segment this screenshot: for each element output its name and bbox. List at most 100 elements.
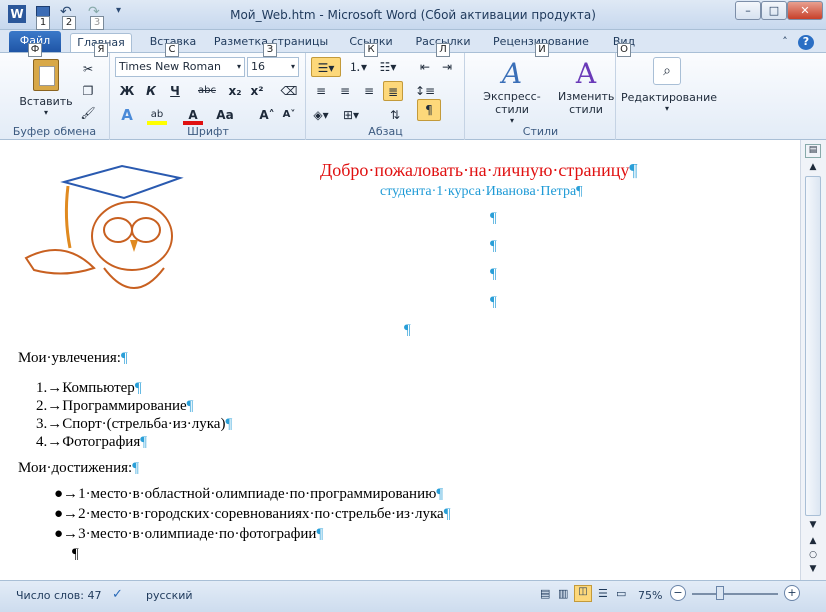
change-case-button[interactable]: Aa [215, 105, 235, 125]
chevron-down-icon: ▾ [509, 116, 514, 125]
list-item: ●→1·место·в·областной·олимпиаде·по·прогр… [54, 486, 443, 503]
ruler-toggle-icon[interactable]: ▤ [805, 144, 821, 158]
italic-button[interactable]: К [141, 81, 161, 101]
quick-styles-button[interactable]: A Экспресс-стили ▾ [470, 57, 554, 125]
scroll-up-icon[interactable]: ▲ [805, 162, 821, 172]
font-group-label: Шрифт [187, 125, 229, 138]
grow-font-button[interactable]: A˄ [257, 105, 277, 125]
highlight-color-icon[interactable]: ab [147, 105, 167, 125]
draft-view-icon[interactable]: ▭ [616, 587, 626, 600]
underline-button[interactable]: Ч [165, 81, 185, 101]
format-painter-icon[interactable]: 🖌 [78, 103, 98, 123]
shrink-font-button[interactable]: A˅ [279, 105, 299, 125]
web-layout-view-icon[interactable]: ◫ [574, 585, 592, 602]
empty-paragraph-1: ¶ [490, 210, 497, 226]
window-title: Мой_Web.htm - Microsoft Word (Сбой актив… [230, 8, 596, 22]
borders-icon[interactable]: ⊞▾ [341, 105, 361, 125]
font-color-icon[interactable]: A [183, 105, 203, 125]
show-formatting-marks-button[interactable]: ¶ [417, 99, 441, 121]
strikethrough-button[interactable]: abc [197, 81, 217, 101]
empty-paragraph-6: ¶ [72, 546, 79, 562]
paste-button[interactable]: Вставить ▾ [18, 59, 74, 117]
font-name-combo[interactable]: Times New Roman ▾ [115, 57, 245, 77]
list-item-text: Спорт·(стрельба·из·лука) [62, 416, 226, 432]
print-layout-view-icon[interactable]: ▤ [540, 587, 550, 600]
numbering-icon[interactable]: ⒈▾ [345, 57, 371, 77]
list-item-text: Фотография [62, 434, 141, 450]
binoculars-icon: ⌕ [653, 57, 681, 85]
bullet-icon: ●→ [54, 506, 79, 522]
shading-icon[interactable]: ◈▾ [311, 105, 331, 125]
superscript-button[interactable]: x² [247, 81, 267, 101]
list-number: 1.→ [36, 380, 63, 396]
list-number: 3.→ [36, 416, 63, 432]
chevron-down-icon: ▾ [290, 62, 295, 71]
align-right-icon[interactable]: ≡ [359, 81, 379, 101]
bullet-icon: ●→ [54, 526, 79, 542]
vertical-scrollbar[interactable]: ▤ ▲ ▼ ▲ ○ ▼ [800, 140, 826, 580]
document-page[interactable]: Добро·пожаловать·на·личную·страницу¶ сту… [0, 140, 800, 580]
paste-icon [33, 59, 59, 91]
maximize-button[interactable]: □ [761, 1, 787, 20]
word-count[interactable]: Число слов: 47 [16, 589, 102, 602]
page-heading: Добро·пожаловать·на·личную·страницу¶ [320, 160, 638, 181]
clipboard-group-label: Буфер обмена [12, 125, 97, 138]
editing-button[interactable]: ⌕ Редактирование ▾ [621, 57, 717, 113]
clear-formatting-icon[interactable]: ⌫ [279, 81, 299, 101]
list-item-text: Программирование [62, 398, 187, 414]
align-left-icon[interactable]: ≡ [311, 81, 331, 101]
font-name-value: Times New Roman [119, 60, 221, 73]
increase-indent-icon[interactable]: ⇥ [437, 57, 457, 77]
collapse-ribbon-icon[interactable]: ˄ [778, 33, 792, 52]
zoom-slider-thumb[interactable] [716, 586, 724, 600]
scroll-down-icon[interactable]: ▼ [805, 520, 821, 530]
help-icon[interactable]: ? [798, 35, 814, 50]
list-item: 4.→Фотография¶ [36, 434, 147, 451]
align-center-icon[interactable]: ≡ [335, 81, 355, 101]
outline-view-icon[interactable]: ☰ [598, 587, 608, 600]
styles-group-label: Стили [522, 125, 559, 138]
change-styles-button[interactable]: A Изменить стили [558, 57, 614, 116]
subscript-button[interactable]: x₂ [225, 81, 245, 101]
group-editing: ⌕ Редактирование ▾ [617, 53, 717, 141]
close-button[interactable]: ✕ [787, 1, 823, 20]
full-screen-reading-view-icon[interactable]: ▥ [558, 587, 568, 600]
minimize-button[interactable]: – [735, 1, 761, 20]
bullets-icon[interactable]: ☰▾ [311, 57, 341, 77]
decrease-indent-icon[interactable]: ⇤ [415, 57, 435, 77]
scroll-thumb[interactable] [805, 176, 821, 516]
achievements-heading: Мои·достижения:¶ [18, 460, 139, 477]
proofing-icon[interactable]: ✓ [112, 587, 123, 602]
pilcrow-mark: ¶ [225, 416, 233, 432]
multilevel-list-icon[interactable]: ☷▾ [375, 57, 401, 77]
ribbon: Вставить ▾ ✂ ❐ 🖌 Буфер обмена Times New … [0, 52, 826, 141]
change-styles-label: Изменить стили [558, 90, 615, 116]
next-page-icon[interactable]: ▼ [805, 564, 821, 574]
zoom-level[interactable]: 75% [638, 589, 662, 602]
sort-icon[interactable]: ⇅ [385, 105, 405, 125]
zoom-out-button[interactable]: − [670, 585, 686, 601]
text-effects-icon[interactable]: A [117, 105, 137, 125]
zoom-in-button[interactable]: + [784, 585, 800, 601]
group-paragraph: ☰▾ ⒈▾ ☷▾ ⇤ ⇥ ≡ ≡ ≡ ≣ ↕≡ ◈▾ ⊞▾ ⇅ ¶ Абзац [307, 53, 465, 141]
copy-icon[interactable]: ❐ [78, 81, 98, 101]
hobbies-heading: Мои·увлечения:¶ [18, 350, 128, 367]
zoom-slider[interactable] [692, 593, 778, 595]
language-indicator[interactable]: русский [146, 589, 193, 602]
empty-paragraph-3: ¶ [490, 266, 497, 282]
pilcrow-mark: ¶ [134, 380, 142, 396]
keytip-file: Ф [28, 43, 42, 57]
list-item: ●→3·место·в·олимпиаде·по·фотографии¶ [54, 526, 323, 543]
empty-paragraph-2: ¶ [490, 238, 497, 254]
previous-page-icon[interactable]: ▲ [805, 536, 821, 546]
browse-object-icon[interactable]: ○ [805, 550, 821, 560]
cut-icon[interactable]: ✂ [78, 59, 98, 79]
line-spacing-icon[interactable]: ↕≡ [415, 81, 435, 101]
justify-icon[interactable]: ≣ [383, 81, 403, 101]
font-size-combo[interactable]: 16 ▾ [247, 57, 299, 77]
page-subheading: студента·1·курса·Иванова·Петра¶ [380, 184, 583, 200]
empty-paragraph-4: ¶ [490, 294, 497, 310]
ribbon-tab-bar: Главная Вставка Разметка страницы Ссылки… [0, 30, 826, 52]
bold-button[interactable]: Ж [117, 81, 137, 101]
pilcrow-mark: ¶ [316, 526, 324, 542]
